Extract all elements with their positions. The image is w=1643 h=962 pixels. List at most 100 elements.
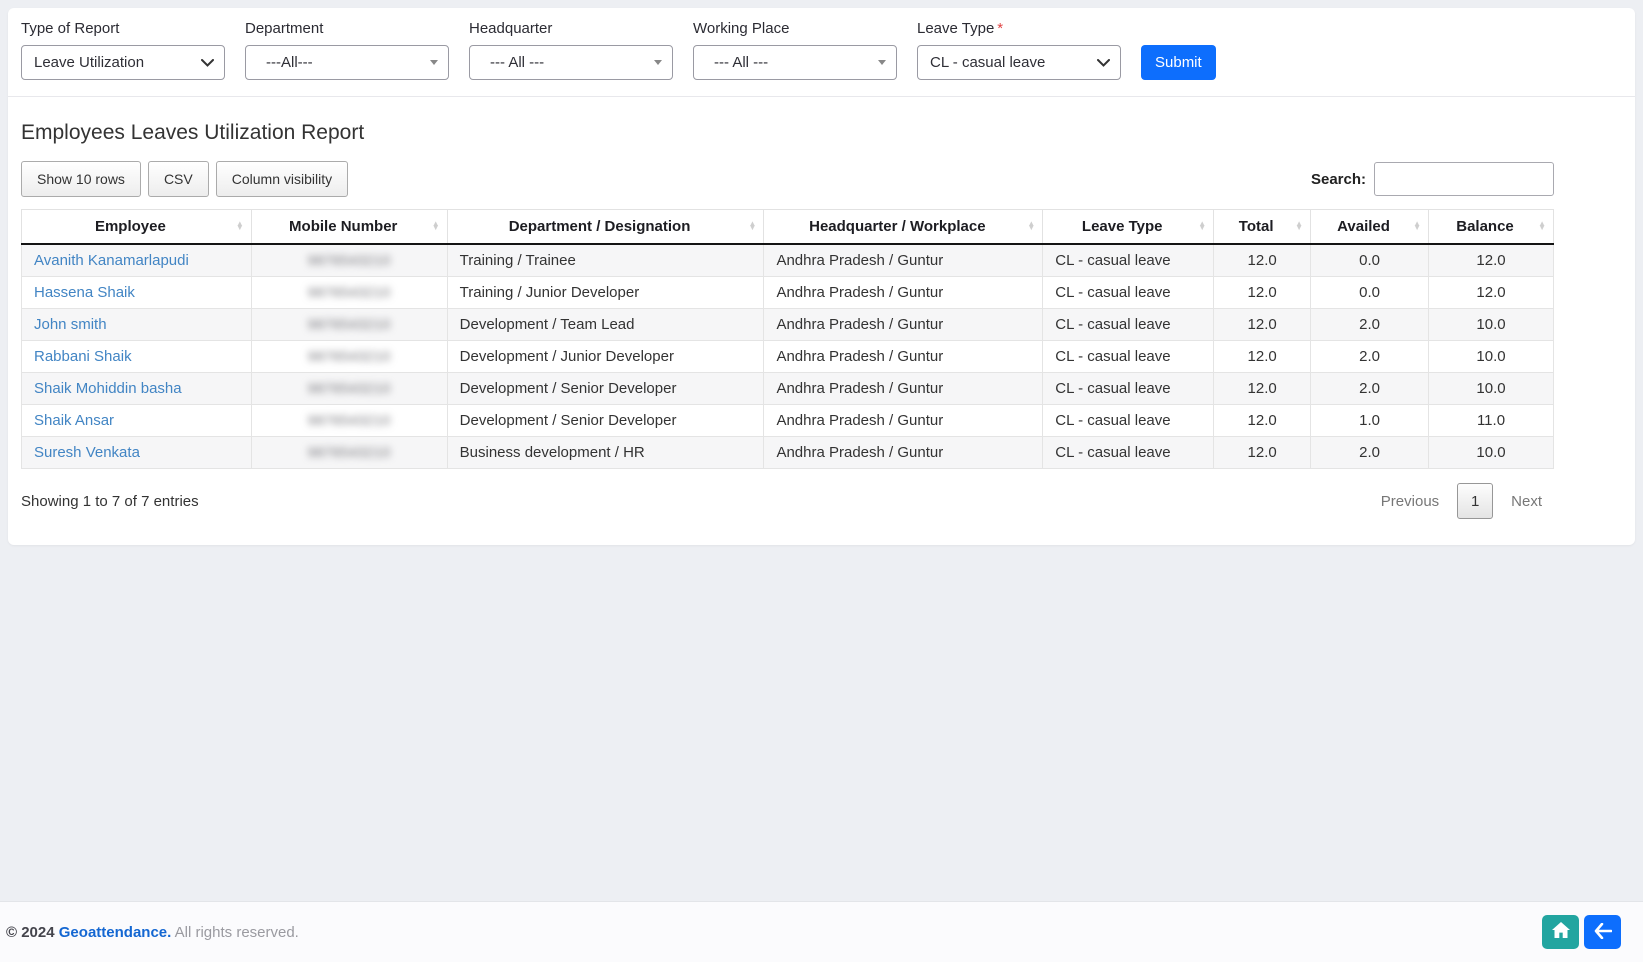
report-section: Employees Leaves Utilization Report Show… bbox=[8, 97, 1635, 545]
headquarter-label: Headquarter bbox=[469, 20, 673, 37]
employee-link[interactable]: Suresh Venkata bbox=[22, 437, 252, 469]
search-label: Search: bbox=[1311, 171, 1366, 188]
column-header-department[interactable]: Department / Designation▲▼ bbox=[447, 210, 764, 245]
mobile-cell: 9876543210 bbox=[251, 341, 447, 373]
column-visibility-button[interactable]: Column visibility bbox=[216, 161, 348, 197]
redacted-mobile: 9876543210 bbox=[308, 348, 391, 364]
headquarter-cell: Andhra Pradesh / Guntur bbox=[764, 309, 1043, 341]
department-cell: Development / Junior Developer bbox=[447, 341, 764, 373]
department-select[interactable]: ---All--- bbox=[245, 45, 449, 80]
brand-link[interactable]: Geoattendance. bbox=[59, 924, 172, 941]
sort-arrows-icon: ▲▼ bbox=[432, 222, 440, 232]
column-header-label: Balance bbox=[1456, 218, 1514, 235]
total-cell: 12.0 bbox=[1214, 405, 1311, 437]
home-button[interactable] bbox=[1542, 915, 1579, 949]
redacted-mobile: 9876543210 bbox=[308, 412, 391, 428]
page-number-button[interactable]: 1 bbox=[1457, 483, 1493, 519]
page-title: Employees Leaves Utilization Report bbox=[21, 121, 1554, 145]
redacted-mobile: 9876543210 bbox=[308, 380, 391, 396]
leave-type-cell: CL - casual leave bbox=[1043, 341, 1214, 373]
leave-type-label: Leave Type* bbox=[917, 20, 1121, 37]
column-header-label: Mobile Number bbox=[289, 218, 397, 235]
working-place-select[interactable]: --- All --- bbox=[693, 45, 897, 80]
column-header-leave-type[interactable]: Leave Type▲▼ bbox=[1043, 210, 1214, 245]
leave-type-cell: CL - casual leave bbox=[1043, 277, 1214, 309]
table-row: Avanith Kanamarlapudi 9876543210 Trainin… bbox=[22, 244, 1554, 277]
availed-cell: 2.0 bbox=[1311, 309, 1429, 341]
home-icon bbox=[1552, 922, 1570, 942]
dropdown-arrow-icon bbox=[430, 60, 438, 65]
sort-arrows-icon: ▲▼ bbox=[1295, 222, 1303, 232]
sort-arrows-icon: ▲▼ bbox=[1538, 222, 1546, 232]
submit-button[interactable]: Submit bbox=[1141, 45, 1216, 80]
headquarter-cell: Andhra Pradesh / Guntur bbox=[764, 277, 1043, 309]
department-cell: Business development / HR bbox=[447, 437, 764, 469]
type-of-report-label: Type of Report bbox=[21, 20, 225, 37]
show-rows-button[interactable]: Show 10 rows bbox=[21, 161, 141, 197]
leave-type-label-text: Leave Type bbox=[917, 20, 994, 37]
total-cell: 12.0 bbox=[1214, 277, 1311, 309]
pagination: Previous 1 Next bbox=[1369, 483, 1554, 519]
employee-link[interactable]: Avanith Kanamarlapudi bbox=[22, 244, 252, 277]
column-header-total[interactable]: Total ▲▼ bbox=[1214, 210, 1311, 245]
column-header-employee[interactable]: Employee▲▼ bbox=[22, 210, 252, 245]
table-header-row: Employee▲▼ Mobile Number ▲▼ Department / … bbox=[22, 210, 1554, 245]
headquarter-cell: Andhra Pradesh / Guntur bbox=[764, 244, 1043, 277]
total-cell: 12.0 bbox=[1214, 373, 1311, 405]
showing-entries-text: Showing 1 to 7 of 7 entries bbox=[21, 493, 199, 510]
column-header-headquarter[interactable]: Headquarter / Workplace▲▼ bbox=[764, 210, 1043, 245]
balance-cell: 10.0 bbox=[1429, 309, 1554, 341]
rights-text: All rights reserved. bbox=[175, 924, 299, 941]
main-card: Type of Report Leave Utilization Departm… bbox=[8, 8, 1635, 545]
department-cell: Training / Junior Developer bbox=[447, 277, 764, 309]
sort-arrows-icon: ▲▼ bbox=[1198, 222, 1206, 232]
filter-working-place: Working Place --- All --- bbox=[693, 20, 897, 80]
table-row: Shaik Ansar 9876543210 Development / Sen… bbox=[22, 405, 1554, 437]
back-button[interactable] bbox=[1584, 915, 1621, 949]
next-page-button[interactable]: Next bbox=[1499, 485, 1554, 518]
employee-link[interactable]: Shaik Mohiddin basha bbox=[22, 373, 252, 405]
leave-type-cell: CL - casual leave bbox=[1043, 437, 1214, 469]
availed-cell: 2.0 bbox=[1311, 341, 1429, 373]
column-header-label: Total bbox=[1239, 218, 1274, 235]
table-row: Hassena Shaik 9876543210 Training / Juni… bbox=[22, 277, 1554, 309]
leave-type-cell: CL - casual leave bbox=[1043, 373, 1214, 405]
sort-arrows-icon: ▲▼ bbox=[749, 222, 757, 232]
total-cell: 12.0 bbox=[1214, 437, 1311, 469]
department-cell: Development / Team Lead bbox=[447, 309, 764, 341]
table-toolbar: Show 10 rows CSV Column visibility Searc… bbox=[21, 161, 1554, 197]
balance-cell: 10.0 bbox=[1429, 373, 1554, 405]
table-footer: Showing 1 to 7 of 7 entries Previous 1 N… bbox=[21, 483, 1554, 519]
working-place-value: --- All --- bbox=[706, 54, 768, 71]
availed-cell: 0.0 bbox=[1311, 244, 1429, 277]
headquarter-cell: Andhra Pradesh / Guntur bbox=[764, 341, 1043, 373]
employee-link[interactable]: Rabbani Shaik bbox=[22, 341, 252, 373]
employee-link[interactable]: Shaik Ansar bbox=[22, 405, 252, 437]
mobile-cell: 9876543210 bbox=[251, 373, 447, 405]
column-header-balance[interactable]: Balance ▲▼ bbox=[1429, 210, 1554, 245]
mobile-cell: 9876543210 bbox=[251, 244, 447, 277]
availed-cell: 1.0 bbox=[1311, 405, 1429, 437]
leave-type-select[interactable]: CL - casual leave bbox=[917, 45, 1121, 80]
balance-cell: 10.0 bbox=[1429, 341, 1554, 373]
employee-link[interactable]: John smith bbox=[22, 309, 252, 341]
leave-type-value: CL - casual leave bbox=[930, 54, 1045, 71]
working-place-label: Working Place bbox=[693, 20, 897, 37]
csv-export-button[interactable]: CSV bbox=[148, 161, 209, 197]
search-input[interactable] bbox=[1374, 162, 1554, 196]
table-row: John smith 9876543210 Development / Team… bbox=[22, 309, 1554, 341]
column-header-mobile[interactable]: Mobile Number ▲▼ bbox=[251, 210, 447, 245]
column-header-availed[interactable]: Availed▲▼ bbox=[1311, 210, 1429, 245]
headquarter-select[interactable]: --- All --- bbox=[469, 45, 673, 80]
copyright-year: © 2024 bbox=[6, 924, 55, 941]
redacted-mobile: 9876543210 bbox=[308, 252, 391, 268]
table-row: Suresh Venkata 9876543210 Business devel… bbox=[22, 437, 1554, 469]
leave-type-cell: CL - casual leave bbox=[1043, 244, 1214, 277]
previous-page-button[interactable]: Previous bbox=[1369, 485, 1451, 518]
arrow-left-icon bbox=[1594, 923, 1612, 942]
redacted-mobile: 9876543210 bbox=[308, 316, 391, 332]
total-cell: 12.0 bbox=[1214, 309, 1311, 341]
type-of-report-select[interactable]: Leave Utilization bbox=[21, 45, 225, 80]
headquarter-cell: Andhra Pradesh / Guntur bbox=[764, 405, 1043, 437]
employee-link[interactable]: Hassena Shaik bbox=[22, 277, 252, 309]
